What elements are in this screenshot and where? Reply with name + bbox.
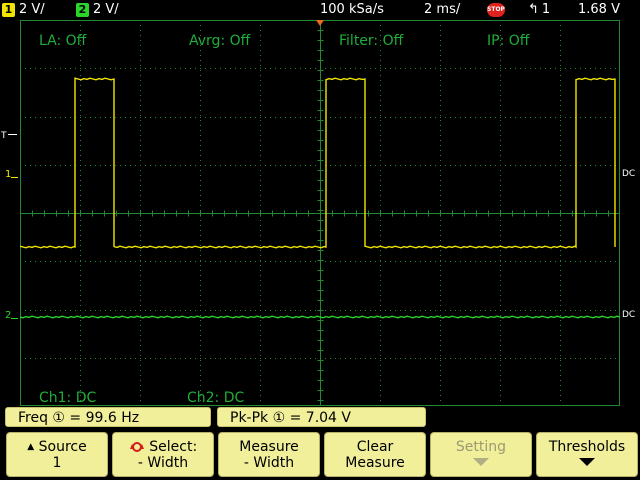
entry-knob-icon — [129, 440, 145, 452]
measure-label: Measure — [239, 439, 299, 455]
clear-measure-softkey[interactable]: Clear Measure — [324, 432, 426, 477]
select-softkey-label-row: Select: — [113, 439, 213, 455]
source-softkey[interactable]: ▲ Source 1 — [6, 432, 108, 477]
timebase[interactable]: 2 ms/ — [424, 1, 460, 19]
ch2-ground-marker[interactable]: 2 — [5, 310, 11, 321]
setting-softkey[interactable]: Setting — [430, 432, 532, 477]
triangle-up-icon: ▲ — [27, 442, 35, 452]
softkey-bar: ▲ Source 1 Select: - Width Measure - Wid… — [0, 430, 640, 480]
pkpk-measurement[interactable]: Pk-Pk ① = 7.04 V — [217, 407, 426, 427]
ch2-badge: 2 — [76, 2, 89, 17]
la-status: LA: Off — [39, 33, 87, 49]
avrg-status: Avrg: Off — [189, 33, 251, 49]
ch2-trace — [20, 315, 620, 319]
ch1-ground-arrow-icon — [11, 177, 18, 178]
trigger-marker: T — [1, 131, 7, 141]
thresholds-label: Thresholds — [548, 439, 626, 455]
ch2-ground-arrow-icon — [11, 318, 18, 319]
trigger-source-text: 1 — [541, 2, 551, 17]
ch1-scale-text: 2 V/ — [19, 2, 45, 17]
trigger-position-marker — [316, 20, 324, 26]
select-softkey[interactable]: Select: - Width — [112, 432, 214, 477]
ch1-ground-marker[interactable]: 1 — [5, 169, 11, 180]
ch1-scale[interactable]: 1 2 V/ — [2, 1, 45, 19]
ip-status: IP: Off — [487, 33, 530, 49]
filter-status: Filter: Off — [339, 33, 404, 49]
source-softkey-label-row: ▲ Source — [7, 439, 107, 455]
clear-value: Measure — [345, 455, 405, 471]
waveform-display: LA: Off Avrg: Off Filter: Off IP: Off Ch… — [20, 20, 620, 406]
trigger-source[interactable]: ↰ 1 — [528, 1, 550, 19]
source-value: 1 — [52, 455, 62, 471]
measure-softkey[interactable]: Measure - Width — [218, 432, 320, 477]
sample-rate: 100 kSa/s — [320, 2, 384, 17]
stop-indicator: STOP — [487, 1, 505, 19]
trigger-edge-icon: ↰ — [528, 2, 539, 17]
ch2-right-coupling: DC — [622, 310, 636, 320]
trigger-marker-arrow-icon — [8, 134, 17, 135]
setting-label: Setting — [455, 439, 507, 455]
chevron-down-icon — [579, 458, 595, 466]
select-label: Select: — [149, 439, 198, 455]
ch1-badge: 1 — [2, 2, 15, 17]
ch1-trace — [20, 77, 616, 249]
ch2-coupling: Ch2: DC — [187, 390, 245, 406]
chevron-down-icon — [473, 458, 489, 466]
thresholds-softkey[interactable]: Thresholds — [536, 432, 638, 477]
freq-measurement[interactable]: Freq ① = 99.6 Hz — [5, 407, 211, 427]
waveform-traces — [20, 77, 620, 319]
stop-icon: STOP — [487, 2, 505, 17]
measure-value: - Width — [243, 455, 295, 471]
ch2-scale[interactable]: 2 2 V/ — [76, 1, 119, 19]
ch1-coupling: Ch1: DC — [39, 390, 97, 406]
trigger-level: 1.68 V — [578, 2, 620, 17]
ch1-right-coupling: DC — [622, 169, 636, 179]
select-value: - Width — [137, 455, 189, 471]
clear-label: Clear — [356, 439, 394, 455]
source-label: Source — [38, 439, 87, 455]
status-bar: 12 V/ 22 V/ 100 kSa/s 2 ms/ STOP ↰ 1 1.68… — [0, 0, 640, 20]
ch2-scale-text: 2 V/ — [93, 2, 119, 17]
